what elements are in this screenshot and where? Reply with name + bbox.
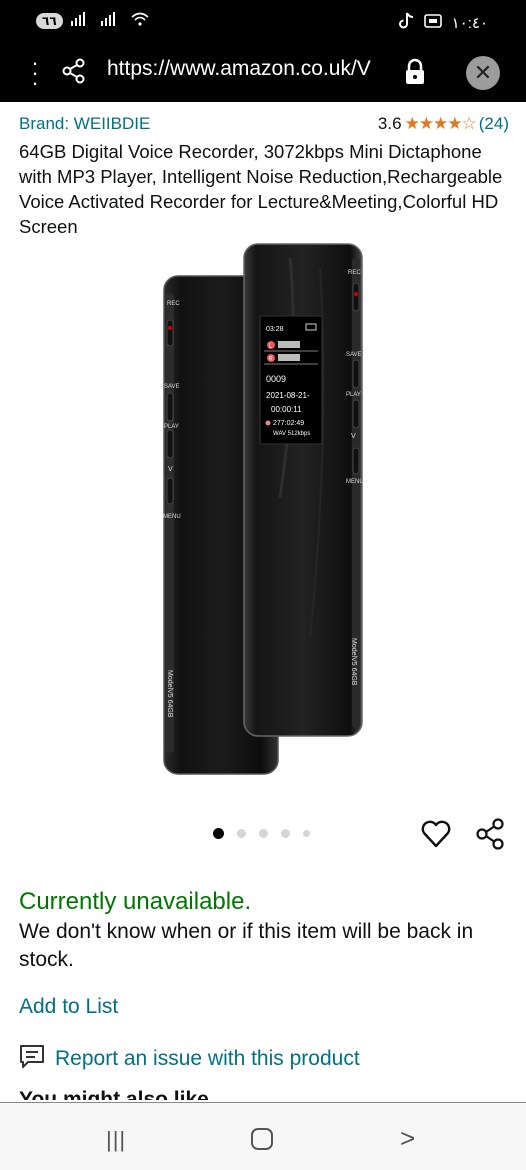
image-carousel-dots[interactable] [213,828,310,839]
brand-link[interactable]: Brand: WEIIBDIE [19,114,150,133]
front-rec-label: REC [348,270,361,276]
rating-count[interactable]: (24) [479,114,509,134]
product-title: 64GB Digital Voice Recorder, 3072kbps Mi… [19,141,503,237]
back-save-label: SAVE [164,384,180,390]
wifi-icon [131,12,149,29]
screen-channel-r: R [269,357,274,363]
add-to-list-link[interactable]: Add to List [19,995,118,1019]
signal-icon [70,12,93,29]
screen-date: 2021-08-21- [266,391,310,400]
star-rating-icon: ★★★★☆ [404,114,477,133]
share-icon[interactable] [476,818,506,855]
recent-apps-icon[interactable]: ||| [106,1127,126,1153]
front-play-label: PLAY [346,392,361,398]
availability-status: Currently unavailable. [19,888,252,915]
carousel-dot[interactable] [303,830,310,837]
screen-elapsed: 00:00:11 [271,405,302,414]
url-text[interactable]: https://www.amazon.co.uk/V [107,57,389,81]
availability-note: We don't know when or if this item will … [19,920,474,971]
screen-remaining: 277:02:49 [273,420,304,427]
rating-value: 3.6 [377,114,402,133]
menu-dots-icon[interactable]: · · · [30,52,40,94]
front-v-label: V [351,433,356,440]
back-play-label: PLAY [164,424,179,430]
report-issue-label: Report an issue with this product [55,1047,360,1070]
status-bar: ٦٦ ١٠:٤٠ [0,0,526,44]
report-issue-link[interactable]: Report an issue with this product [19,1043,360,1075]
back-rec-label: REC [167,301,180,307]
carousel-dot[interactable] [281,829,290,838]
screen-record-icon [423,13,442,33]
system-nav-bar: ||| > [0,1102,526,1170]
back-v-label: V [168,466,173,473]
signal-icon-2 [100,12,123,29]
product-image[interactable]: REC SAVE PLAY V MENU ModelV5 64GB REC SA… [150,238,380,778]
feedback-icon [19,1043,45,1075]
screen-format: WAV 512kbps [273,431,310,437]
status-left: ٦٦ [36,12,149,29]
lock-icon[interactable] [404,58,426,91]
back-model-label: ModelV5 64GB [166,670,173,718]
browser-url-bar: · · · https://www.amazon.co.uk/V ✕ [0,44,526,102]
clock: ١٠:٤٠ [451,15,488,32]
tiktok-icon [398,12,414,34]
home-icon[interactable] [251,1128,273,1150]
screen-time: 03:28 [266,326,284,333]
carousel-dot[interactable] [213,828,224,839]
carousel-dot[interactable] [259,829,268,838]
recorder-front-unit: REC SAVE PLAY V MENU ModelV5 64GB 03:28 … [243,243,364,737]
back-icon[interactable]: > [400,1123,415,1154]
front-model-label: ModelV5 64GB [350,638,357,686]
front-menu-label: MENU [346,479,364,485]
close-icon[interactable]: ✕ [466,56,500,90]
screen-file: 0009 [266,374,286,384]
rating[interactable]: 3.6 ★★★★☆ (24) [378,114,509,134]
share-icon[interactable] [62,58,86,89]
notification-count-badge: ٦٦ [36,12,63,29]
back-menu-label: MENU [163,514,181,520]
heart-icon[interactable] [421,820,451,853]
carousel-dot[interactable] [237,829,246,838]
front-save-label: SAVE [346,352,362,358]
status-right: ١٠:٤٠ [398,12,488,34]
section-heading-partial: You might also like [19,1088,209,1100]
brand-rating-row: Brand: WEIIBDIE 3.6 ★★★★☆ (24) [19,114,509,138]
